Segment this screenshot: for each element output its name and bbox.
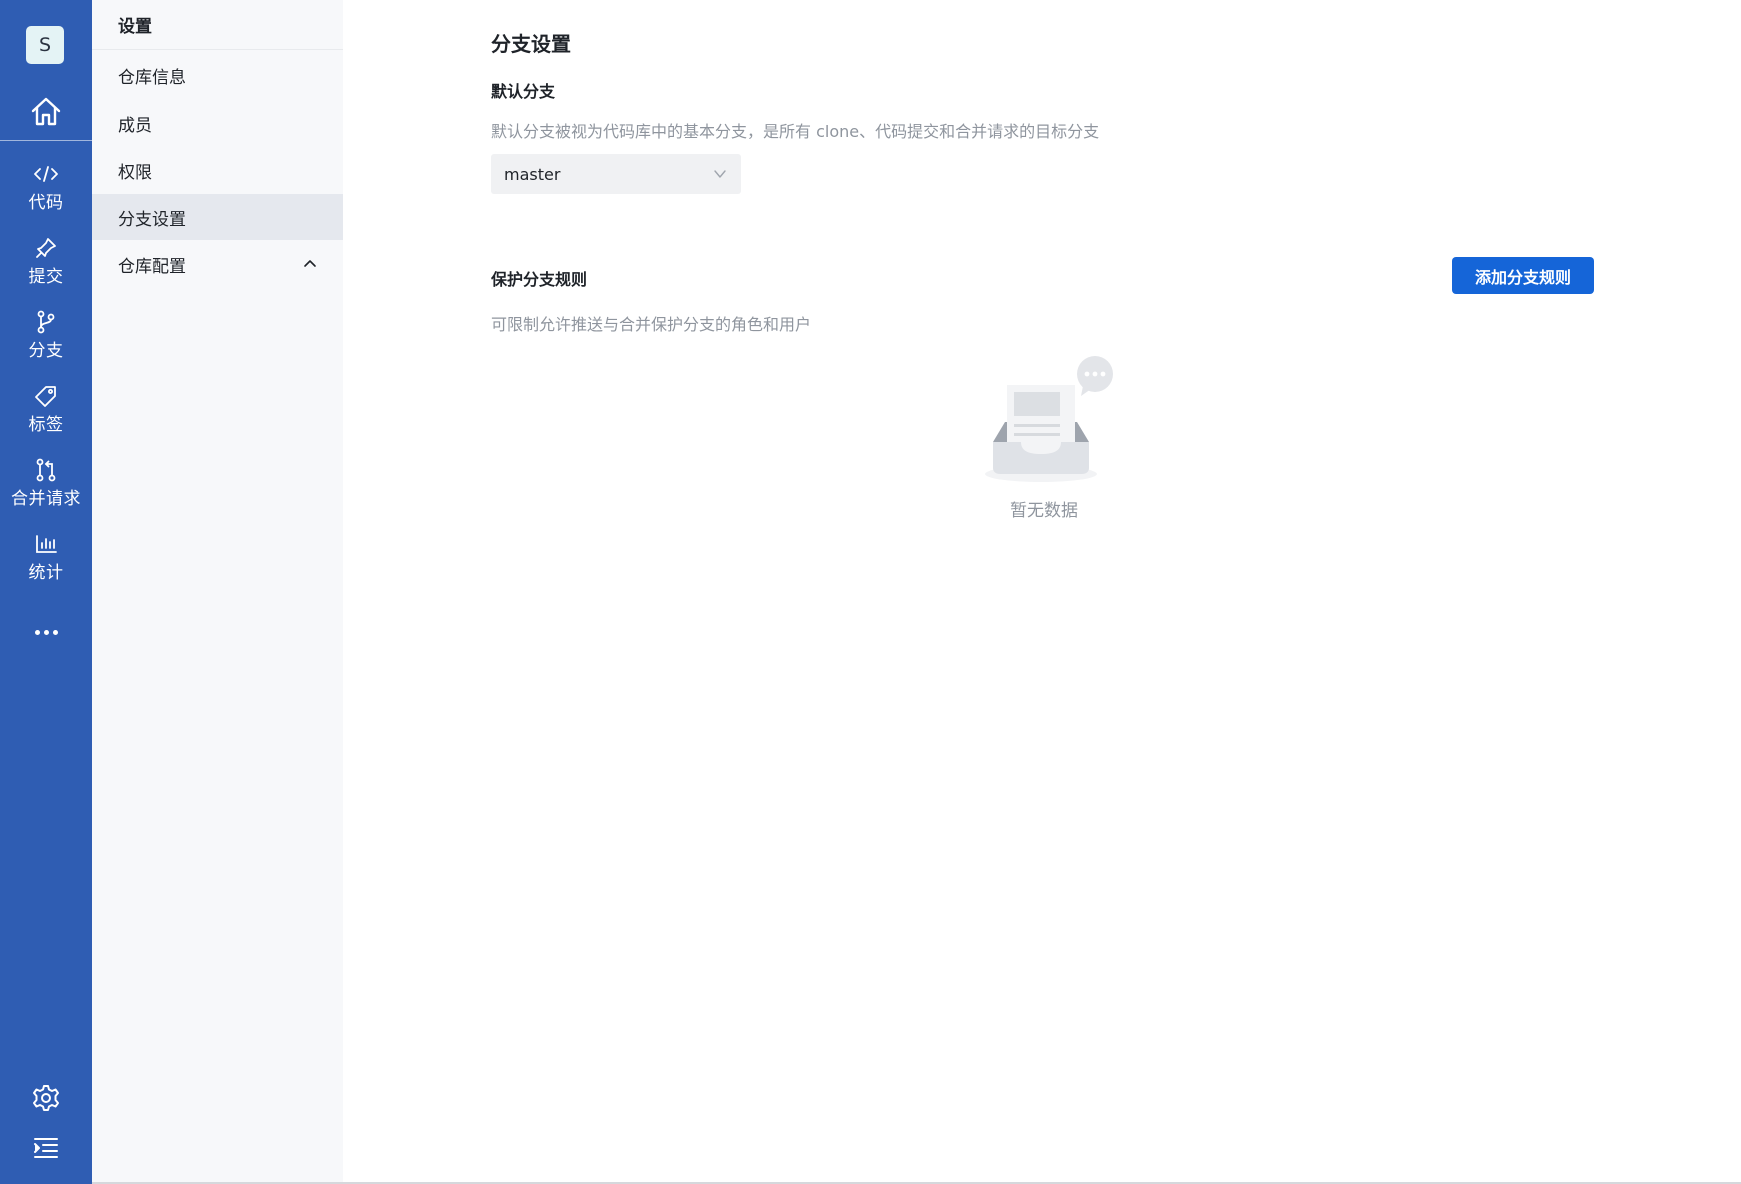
settings-button[interactable] <box>26 1078 66 1118</box>
protect-branch-rules-title: 保护分支规则 <box>491 270 588 289</box>
menu-collapse-icon <box>34 1138 58 1158</box>
protect-branch-rules-description: 可限制允许推送与合并保护分支的角色和用户 <box>491 315 812 334</box>
avatar[interactable]: S <box>26 26 64 64</box>
rail-item-statistics[interactable]: 统计 <box>0 524 92 590</box>
sidebar-item-repo-info[interactable]: 仓库信息 <box>92 52 343 98</box>
code-icon <box>34 165 58 182</box>
home-button[interactable] <box>26 92 66 132</box>
sidebar-item-members[interactable]: 成员 <box>92 100 343 146</box>
rail-item-code[interactable]: 代码 <box>0 154 92 220</box>
sidebar-item-label: 分支设置 <box>118 209 186 230</box>
rail-item-tags[interactable]: 标签 <box>0 376 92 442</box>
tag-icon <box>35 385 56 407</box>
add-branch-rule-button[interactable]: 添加分支规则 <box>1452 257 1594 294</box>
rail-item-label: 合并请求 <box>11 488 81 509</box>
sidebar-title: 设置 <box>92 0 343 50</box>
rail-item-branches[interactable]: 分支 <box>0 302 92 368</box>
sidebar-item-label: 仓库配置 <box>118 256 186 277</box>
collapse-sidebar-button[interactable] <box>26 1128 66 1168</box>
chevron-down-icon <box>714 170 726 178</box>
rail-divider <box>0 140 92 141</box>
sidebar-item-branch-settings[interactable]: 分支设置 <box>92 194 343 240</box>
sidebar-item-label: 权限 <box>118 162 152 183</box>
sidebar-item-repo-config[interactable]: 仓库配置 <box>92 241 343 287</box>
sidebar-item-label: 成员 <box>118 115 152 136</box>
merge-request-icon <box>36 458 56 481</box>
primary-sidebar: S 代码 提交 分支 标签 合并请求 统计 <box>0 0 92 1184</box>
main-content: 分支设置 默认分支 默认分支被视为代码库中的基本分支，是所有 clone、代码提… <box>343 0 1741 1184</box>
default-branch-select[interactable]: master <box>491 154 741 194</box>
empty-inbox-icon <box>985 356 1113 482</box>
rail-item-label: 分支 <box>28 340 64 361</box>
default-branch-description: 默认分支被视为代码库中的基本分支，是所有 clone、代码提交和合并请求的目标分… <box>491 122 1100 141</box>
rail-item-label: 统计 <box>28 562 64 583</box>
sidebar-item-permissions[interactable]: 权限 <box>92 147 343 193</box>
more-icon[interactable] <box>26 618 66 646</box>
home-icon <box>31 97 61 126</box>
chart-icon <box>36 534 57 553</box>
page-title: 分支设置 <box>491 32 571 56</box>
default-branch-title: 默认分支 <box>491 82 556 101</box>
settings-sidebar: 设置 仓库信息 成员 权限 分支设置 仓库配置 <box>92 0 343 1184</box>
sidebar-item-label: 仓库信息 <box>118 67 186 88</box>
pin-icon <box>36 237 56 258</box>
gear-icon <box>33 1085 59 1111</box>
branch-icon <box>37 310 55 333</box>
rail-item-label: 代码 <box>28 192 64 213</box>
empty-state-text: 暂无数据 <box>1010 501 1078 521</box>
chevron-up-icon <box>304 260 316 267</box>
default-branch-value: master <box>504 164 561 184</box>
rail-item-label: 提交 <box>28 266 64 287</box>
rail-item-merge-requests[interactable]: 合并请求 <box>0 450 92 516</box>
rail-item-commits[interactable]: 提交 <box>0 228 92 294</box>
rail-item-label: 标签 <box>28 414 64 435</box>
